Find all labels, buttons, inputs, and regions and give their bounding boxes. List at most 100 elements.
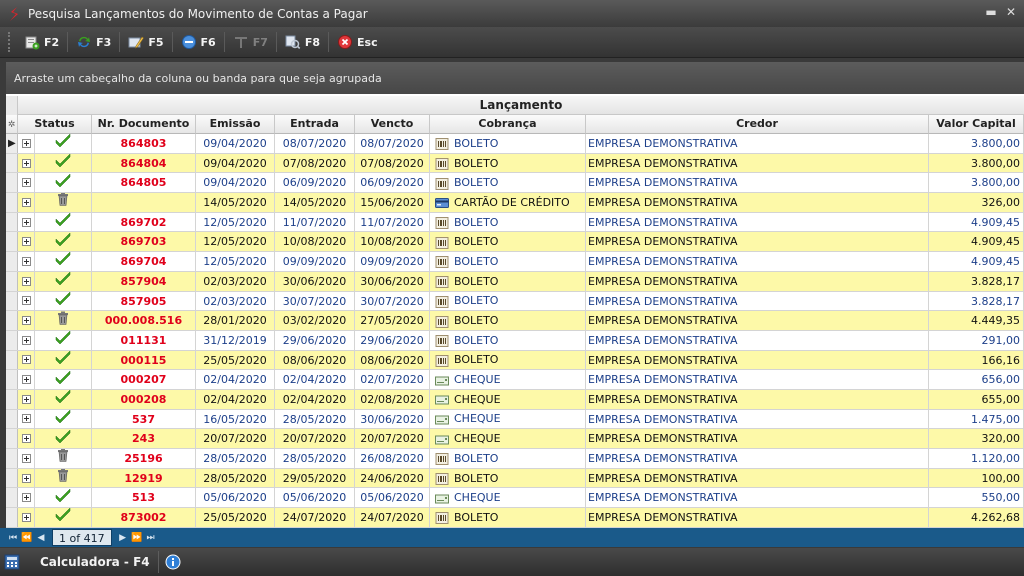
cell-cobranca[interactable]: BOLETO [430,134,586,153]
cell-valor[interactable]: 320,00 [929,429,1024,448]
cell-cobranca[interactable]: BOLETO [430,330,586,350]
cell-cobranca[interactable]: CHEQUE [430,370,586,389]
cell-status[interactable] [35,350,92,370]
row-indicator[interactable] [6,449,18,468]
table-row[interactable]: 857905 02/03/2020 30/07/2020 30/07/2020 BOLE… [6,291,1024,312]
cell-cobranca[interactable]: BOLETO [430,212,586,232]
close-window-button[interactable]: ✕ [1004,5,1018,19]
table-row[interactable]: 869702 12/05/2020 11/07/2020 11/07/2020 BOLE… [6,212,1024,233]
cell-status[interactable] [35,488,92,508]
cell-cobranca[interactable]: BOLETO [430,271,586,291]
cell-status[interactable] [35,291,92,311]
cell-documento[interactable]: 869702 [92,212,196,232]
cell-entrada[interactable]: 30/06/2020 [275,271,355,291]
cell-credor[interactable]: EMPRESA DEMONSTRATIVA [586,193,929,212]
cell-status[interactable] [35,468,92,488]
cell-valor[interactable]: 166,16 [929,350,1024,370]
cell-status[interactable] [35,134,92,153]
expand-row-button[interactable] [18,508,35,527]
header-cobranca[interactable]: Cobrança [430,115,586,134]
search-records-button[interactable]: F8 [279,30,326,54]
cell-valor[interactable]: 550,00 [929,488,1024,508]
row-indicator[interactable] [6,389,18,409]
cell-credor[interactable]: EMPRESA DEMONSTRATIVA [586,252,929,271]
row-indicator[interactable] [6,193,18,212]
cell-documento[interactable]: 000.008.516 [92,311,196,330]
minimize-button[interactable]: ▬ [984,5,998,19]
cell-credor[interactable]: EMPRESA DEMONSTRATIVA [586,271,929,291]
header-indicator[interactable]: ✲ [6,115,18,134]
cell-documento[interactable] [92,193,196,212]
expand-row-button[interactable] [18,370,35,389]
table-row[interactable]: 12919 28/05/2020 29/05/2020 24/06/2020 BOLET… [6,468,1024,489]
table-row[interactable]: 25196 28/05/2020 28/05/2020 26/08/2020 BOLET… [6,449,1024,469]
cell-credor[interactable]: EMPRESA DEMONSTRATIVA [586,153,929,173]
expand-row-button[interactable] [18,193,35,212]
cell-vencto[interactable]: 08/07/2020 [355,134,430,153]
row-indicator[interactable] [6,370,18,389]
cell-emissao[interactable]: 12/05/2020 [196,252,275,271]
cell-emissao[interactable]: 20/07/2020 [196,429,275,448]
cell-cobranca[interactable]: BOLETO [430,173,586,193]
cell-entrada[interactable]: 20/07/2020 [275,429,355,448]
row-indicator[interactable] [6,212,18,232]
expand-row-button[interactable] [18,389,35,409]
last-record-button[interactable]: ⏭ [144,533,158,543]
cell-documento[interactable]: 513 [92,488,196,508]
cell-vencto[interactable]: 24/07/2020 [355,508,430,527]
cell-status[interactable] [35,389,92,409]
cancel-record-button[interactable]: F6 [175,30,222,54]
cell-valor[interactable]: 4.262,68 [929,508,1024,527]
cell-vencto[interactable]: 30/07/2020 [355,291,430,311]
cell-entrada[interactable]: 08/07/2020 [275,134,355,153]
edit-button[interactable]: F5 [122,30,169,54]
cell-cobranca[interactable]: BOLETO [430,232,586,252]
row-indicator[interactable] [6,232,18,252]
cell-vencto[interactable]: 27/05/2020 [355,311,430,330]
toolbar-grip[interactable] [8,32,12,52]
table-row[interactable]: 513 05/06/2020 05/06/2020 05/06/2020 CHEQUE E… [6,488,1024,509]
row-indicator[interactable] [6,508,18,527]
row-indicator[interactable] [6,291,18,311]
cell-credor[interactable]: EMPRESA DEMONSTRATIVA [586,429,929,448]
expand-row-button[interactable] [18,153,35,173]
next-record-button[interactable]: ▶ [116,533,130,543]
table-row[interactable]: 000115 25/05/2020 08/06/2020 08/06/2020 BOLE… [6,350,1024,371]
cell-documento[interactable]: 011131 [92,330,196,350]
cell-emissao[interactable]: 02/03/2020 [196,271,275,291]
expand-row-button[interactable] [18,232,35,252]
new-record-button[interactable]: F2 [18,30,65,54]
table-row[interactable]: 243 20/07/2020 20/07/2020 20/07/2020 CHEQUE E… [6,429,1024,449]
table-row[interactable]: 869704 12/05/2020 09/09/2020 09/09/2020 BOLE… [6,252,1024,272]
cell-emissao[interactable]: 12/05/2020 [196,212,275,232]
cell-cobranca[interactable]: BOLETO [430,153,586,173]
cell-entrada[interactable]: 14/05/2020 [275,193,355,212]
table-row[interactable]: 000208 02/04/2020 02/04/2020 02/08/2020 CHEQ… [6,389,1024,410]
cell-emissao[interactable]: 09/04/2020 [196,134,275,153]
cell-documento[interactable]: 243 [92,429,196,448]
cell-vencto[interactable]: 05/06/2020 [355,488,430,508]
cell-valor[interactable]: 3.800,00 [929,153,1024,173]
stamp-button[interactable]: F7 [227,30,274,54]
cell-emissao[interactable]: 28/01/2020 [196,311,275,330]
table-row[interactable]: 011131 31/12/2019 29/06/2020 29/06/2020 BOLE… [6,330,1024,351]
cell-vencto[interactable]: 09/09/2020 [355,252,430,271]
cell-status[interactable] [35,252,92,271]
header-vencto[interactable]: Vencto [355,115,430,134]
cell-valor[interactable]: 326,00 [929,193,1024,212]
cell-emissao[interactable]: 09/04/2020 [196,173,275,193]
cell-status[interactable] [35,232,92,252]
cell-cobranca[interactable]: CHEQUE [430,409,586,429]
table-row[interactable]: 864805 09/04/2020 06/09/2020 06/09/2020 BOLE… [6,173,1024,194]
cell-entrada[interactable]: 07/08/2020 [275,153,355,173]
cell-cobranca[interactable]: BOLETO [430,468,586,488]
cell-entrada[interactable]: 24/07/2020 [275,508,355,527]
table-row[interactable]: 000.008.516 28/01/2020 03/02/2020 27/05/202… [6,311,1024,331]
header-valor[interactable]: Valor Capital [929,115,1024,134]
row-indicator[interactable] [6,409,18,429]
cell-cobranca[interactable]: CHEQUE [430,488,586,508]
cell-entrada[interactable]: 02/04/2020 [275,389,355,409]
cell-status[interactable] [35,409,92,429]
cell-vencto[interactable]: 06/09/2020 [355,173,430,193]
row-indicator[interactable] [6,252,18,271]
